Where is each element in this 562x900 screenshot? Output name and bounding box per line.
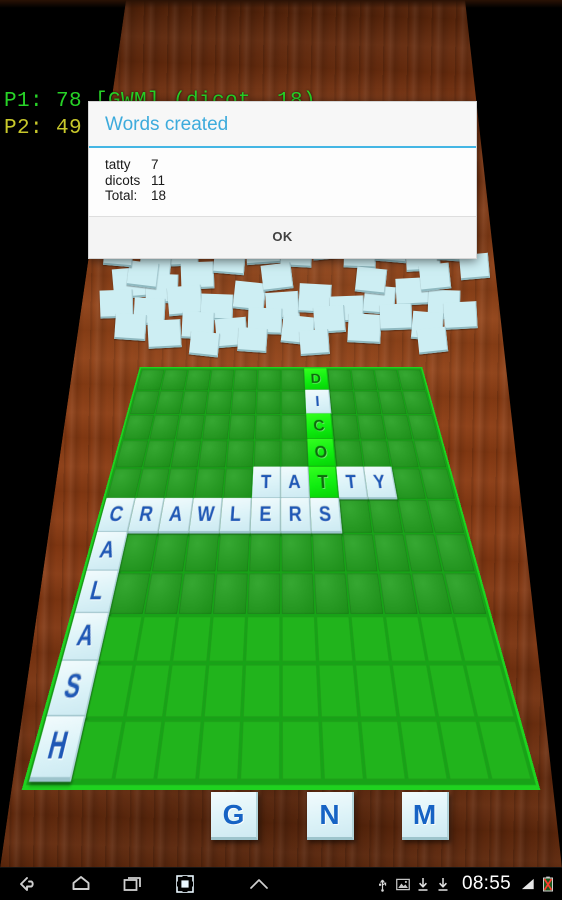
clock: 08:55: [461, 873, 511, 894]
dialog-actions: OK: [89, 216, 476, 258]
usb-icon: [376, 876, 390, 892]
dialog-word-list: tatty 7 dicots 11 Total: 18: [89, 148, 476, 217]
download-icon: [436, 876, 450, 892]
back-icon[interactable]: [16, 872, 42, 896]
dialog-word-row: tatty 7: [105, 157, 460, 173]
download-icon: [416, 876, 430, 892]
dialog-word-score: 18: [151, 188, 167, 203]
battery-icon: [541, 876, 555, 892]
dialog-word-score: 7: [151, 157, 159, 172]
signal-icon: [521, 876, 535, 892]
navbar-left-group: [0, 872, 272, 896]
navbar-status-group[interactable]: 08:55: [376, 873, 562, 895]
screenshot-status-icon: [396, 876, 410, 892]
dialog-word-row: dicots 11: [105, 173, 460, 189]
words-created-dialog: Words created tatty 7 dicots 11 Total: 18 OK: [88, 101, 477, 259]
recents-icon[interactable]: [120, 872, 146, 896]
ok-button[interactable]: OK: [266, 228, 298, 245]
dialog-word-name: dicots: [105, 172, 141, 188]
screen-root: P1: 78 [GWM] (dicot, 18) P2: 49 [FA] DIC…: [0, 0, 562, 900]
dialog-word-name: Total:: [105, 188, 138, 203]
dialog-word-row: Total: 18: [105, 188, 460, 204]
home-icon[interactable]: [68, 872, 94, 896]
dialog-title: Words created: [89, 102, 476, 148]
screenshot-icon[interactable]: [172, 872, 198, 896]
menu-caret-icon[interactable]: [246, 872, 272, 896]
dialog-word-name: tatty: [105, 157, 131, 172]
dialog-word-score: 11: [151, 172, 166, 188]
android-navbar: 08:55: [0, 867, 562, 900]
